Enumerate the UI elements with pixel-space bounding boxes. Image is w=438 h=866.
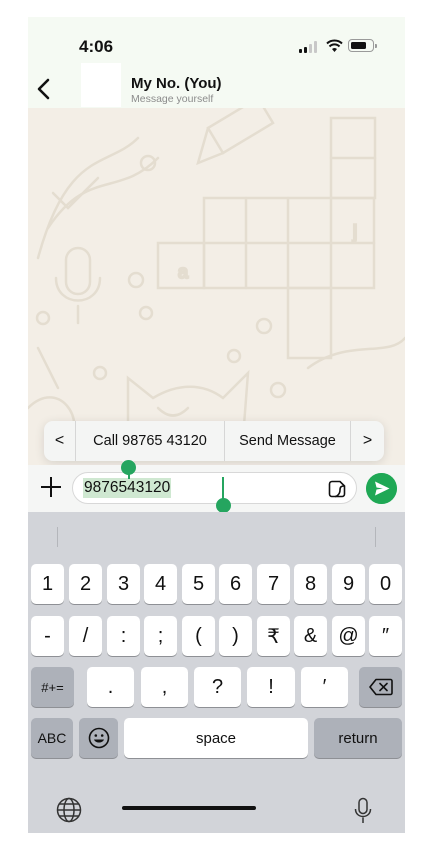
menu-prev-button[interactable]: < xyxy=(44,421,76,461)
phone-screen: 4:06 My No. (You) Message yourself a j <… xyxy=(28,17,405,833)
menu-next-button[interactable]: > xyxy=(351,421,384,461)
status-time: 4:06 xyxy=(79,37,114,56)
key-at[interactable]: @ xyxy=(332,616,365,656)
key-slash[interactable]: / xyxy=(69,616,102,656)
contact-name[interactable]: My No. (You) xyxy=(131,75,222,92)
key-rupee[interactable]: ₹ xyxy=(257,616,290,656)
keyboard: 1 2 3 4 5 6 7 8 9 0 - / : ; ( ) ₹ & @ ″ … xyxy=(28,512,405,833)
key-4[interactable]: 4 xyxy=(144,564,177,604)
key-period[interactable]: . xyxy=(87,667,134,707)
input-bar: 9876543120 xyxy=(28,460,405,513)
send-message-button[interactable]: Send Message xyxy=(225,421,351,461)
key-9[interactable]: 9 xyxy=(332,564,365,604)
globe-icon[interactable] xyxy=(56,797,82,823)
key-0[interactable]: 0 xyxy=(369,564,402,604)
key-close-paren[interactable]: ) xyxy=(219,616,252,656)
chevron-left-icon[interactable] xyxy=(34,77,54,101)
suggestion-divider xyxy=(375,527,376,547)
selection-handle-end[interactable] xyxy=(216,498,231,513)
key-6[interactable]: 6 xyxy=(219,564,252,604)
key-8[interactable]: 8 xyxy=(294,564,327,604)
battery-icon xyxy=(348,39,377,52)
key-semicolon[interactable]: ; xyxy=(144,616,177,656)
delete-key[interactable] xyxy=(359,667,402,707)
send-icon[interactable] xyxy=(366,473,397,504)
return-key[interactable]: return xyxy=(314,718,402,758)
key-exclamation[interactable]: ! xyxy=(247,667,295,707)
home-indicator xyxy=(122,806,256,810)
context-menu: < Call 98765 43120 Send Message > xyxy=(44,421,384,461)
signal-icon xyxy=(299,41,318,53)
selection-handle-start[interactable] xyxy=(121,460,136,475)
svg-text:j: j xyxy=(352,222,357,242)
microphone-icon[interactable] xyxy=(353,797,373,825)
chat-area: a j xyxy=(28,108,405,465)
key-open-paren[interactable]: ( xyxy=(182,616,215,656)
call-number-button[interactable]: Call 98765 43120 xyxy=(76,421,225,461)
key-colon[interactable]: : xyxy=(107,616,140,656)
contact-subtitle: Message yourself xyxy=(131,93,214,105)
key-abc[interactable]: ABC xyxy=(31,718,73,758)
avatar[interactable] xyxy=(81,63,121,107)
svg-text:a: a xyxy=(178,262,189,282)
suggestion-divider xyxy=(57,527,58,547)
key-hyphen[interactable]: - xyxy=(31,616,64,656)
emoji-icon xyxy=(88,727,109,749)
message-input-text[interactable]: 9876543120 xyxy=(83,478,172,498)
space-key[interactable]: space xyxy=(124,718,308,758)
key-3[interactable]: 3 xyxy=(107,564,140,604)
key-apostrophe[interactable]: ′ xyxy=(301,667,348,707)
key-2[interactable]: 2 xyxy=(69,564,102,604)
suggestion-bar xyxy=(28,512,405,562)
key-question[interactable]: ? xyxy=(194,667,241,707)
key-comma[interactable]: , xyxy=(141,667,188,707)
sticker-icon[interactable] xyxy=(328,480,346,498)
emoji-key[interactable] xyxy=(79,718,118,758)
plus-icon[interactable] xyxy=(40,476,62,498)
chat-wallpaper: a j xyxy=(28,108,405,450)
key-7[interactable]: 7 xyxy=(257,564,290,604)
key-ampersand[interactable]: & xyxy=(294,616,327,656)
message-input[interactable]: 9876543120 xyxy=(72,460,357,513)
key-double-quote[interactable]: ″ xyxy=(369,616,402,656)
wifi-icon xyxy=(326,39,343,52)
top-bar: 4:06 My No. (You) Message yourself xyxy=(28,17,405,108)
backspace-icon xyxy=(368,678,393,696)
key-5[interactable]: 5 xyxy=(182,564,215,604)
key-1[interactable]: 1 xyxy=(31,564,64,604)
key-symbols-mode[interactable]: #+= xyxy=(31,667,74,707)
